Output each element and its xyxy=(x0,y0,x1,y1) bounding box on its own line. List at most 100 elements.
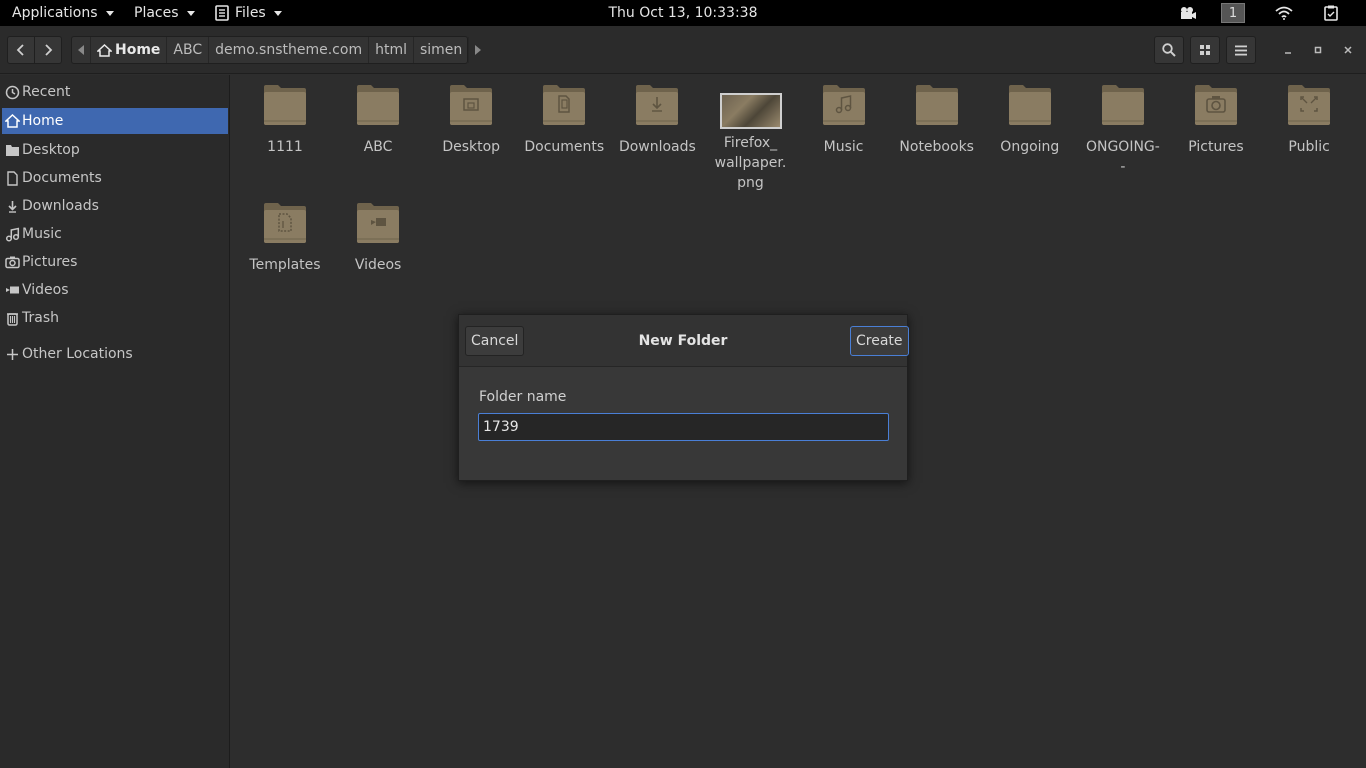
image-thumbnail-icon xyxy=(719,93,782,129)
file-name: Downloads xyxy=(618,139,696,155)
breadcrumb-simen[interactable]: simen xyxy=(414,37,470,63)
clock-icon xyxy=(5,85,20,99)
sidebar-item-desktop[interactable]: Desktop xyxy=(2,137,228,163)
sidebar-item-trash[interactable]: Trash xyxy=(2,305,228,331)
breadcrumb-scroll-left[interactable] xyxy=(72,37,91,63)
sidebar-item-other-locations[interactable]: Other Locations xyxy=(2,341,228,367)
breadcrumb-home[interactable]: Home xyxy=(91,37,168,63)
breadcrumb-abc[interactable]: ABC xyxy=(167,37,210,63)
chevron-down-icon xyxy=(273,10,282,16)
folder-music-icon xyxy=(822,85,865,125)
close-icon xyxy=(1344,46,1352,54)
sidebar-item-music[interactable]: Music xyxy=(2,221,228,247)
file-name: Firefox_ wallpaper. png xyxy=(714,135,787,191)
file-name: Ongoing xyxy=(1000,139,1060,155)
file-name: Pictures xyxy=(1188,139,1244,155)
home-icon xyxy=(97,43,112,57)
breadcrumb-html[interactable]: html xyxy=(369,37,414,63)
places-menu-label: Places xyxy=(134,5,179,21)
camera-icon xyxy=(5,256,20,269)
sidebar-item-label: Home xyxy=(22,113,64,129)
file-item[interactable]: Desktop xyxy=(426,83,516,157)
file-item[interactable]: Public xyxy=(1264,83,1354,157)
maximize-button[interactable] xyxy=(1310,42,1326,58)
create-button[interactable]: Create xyxy=(850,326,909,356)
breadcrumb-label: html xyxy=(375,42,407,58)
breadcrumb-label: simen xyxy=(419,42,463,58)
network-indicator[interactable] xyxy=(1274,0,1294,26)
places-menu[interactable]: Places xyxy=(134,0,195,26)
file-item[interactable]: Documents xyxy=(519,83,609,157)
top-panel: Applications Places Files Thu Oct 13, 10… xyxy=(0,0,1366,26)
search-button[interactable] xyxy=(1154,36,1184,64)
file-item[interactable]: ONGOING- - xyxy=(1078,83,1168,177)
file-item[interactable]: Pictures xyxy=(1171,83,1261,157)
workspace-number: 1 xyxy=(1221,3,1245,23)
applications-menu[interactable]: Applications xyxy=(12,0,114,26)
system-menu[interactable] xyxy=(1314,0,1352,26)
chevron-down-icon xyxy=(186,10,195,16)
cancel-button[interactable]: Cancel xyxy=(465,326,525,356)
folder-name-input[interactable] xyxy=(478,413,889,441)
file-name: 1111 xyxy=(267,139,303,155)
sidebar-item-downloads[interactable]: Downloads xyxy=(2,193,228,219)
minimize-button[interactable] xyxy=(1280,42,1296,58)
music-note-icon xyxy=(5,227,20,242)
sidebar-item-label: Videos xyxy=(22,282,69,298)
file-name: Public xyxy=(1288,139,1330,155)
breadcrumb-label: ABC xyxy=(173,42,203,58)
chevron-left-icon xyxy=(16,44,24,56)
file-cabinet-icon xyxy=(215,5,229,21)
file-name: ABC xyxy=(363,139,393,155)
new-folder-dialog: New Folder Cancel Create Folder name xyxy=(458,314,909,481)
clock[interactable]: Thu Oct 13, 10:33:38 xyxy=(609,5,758,21)
sidebar: Recent Home Desktop Documents Downloads … xyxy=(0,75,230,768)
sidebar-item-label: Pictures xyxy=(22,254,78,270)
files-app-menu[interactable]: Files xyxy=(215,0,282,26)
file-item[interactable]: 1111 xyxy=(240,83,330,157)
minimize-icon xyxy=(1285,52,1291,54)
close-button[interactable] xyxy=(1340,42,1356,58)
download-icon xyxy=(8,200,17,213)
sidebar-item-label: Music xyxy=(22,226,62,242)
maximize-icon xyxy=(1314,46,1322,54)
file-item[interactable]: Downloads xyxy=(612,83,702,157)
home-icon xyxy=(5,114,20,128)
workspace-indicator[interactable]: 1 xyxy=(1221,0,1245,26)
triangle-left-icon xyxy=(78,45,84,55)
sidebar-item-recent[interactable]: Recent xyxy=(2,79,228,105)
clipboard-icon xyxy=(1324,5,1338,21)
file-name: Videos xyxy=(354,257,402,273)
file-item[interactable]: Notebooks xyxy=(892,83,982,157)
file-item[interactable]: Templates xyxy=(240,201,330,275)
file-name: Notebooks xyxy=(899,139,974,155)
folder-templates-icon xyxy=(264,203,306,243)
folder-icon xyxy=(1101,85,1144,125)
header-bar: Home ABC demo.snstheme.com html simen xyxy=(0,26,1366,74)
sidebar-item-home[interactable]: Home xyxy=(2,108,228,134)
sidebar-item-pictures[interactable]: Pictures xyxy=(2,249,228,275)
sidebar-item-documents[interactable]: Documents xyxy=(2,165,228,191)
breadcrumb-demo-snstheme[interactable]: demo.snstheme.com xyxy=(209,37,370,63)
menu-button[interactable] xyxy=(1226,36,1256,64)
folder-icon xyxy=(915,85,958,125)
triangle-right-icon xyxy=(475,45,482,55)
breadcrumb-label: demo.snstheme.com xyxy=(215,42,363,58)
sidebar-item-label: Downloads xyxy=(22,198,99,214)
folder-videos-icon xyxy=(357,203,400,243)
breadcrumb-label: Home xyxy=(115,42,161,58)
file-item[interactable]: Ongoing xyxy=(985,83,1075,157)
file-item[interactable]: Firefox_ wallpaper. png xyxy=(706,83,796,193)
file-item[interactable]: Music xyxy=(799,83,889,157)
screen-recorder-indicator[interactable] xyxy=(1178,0,1198,26)
back-button[interactable] xyxy=(7,36,35,64)
sidebar-item-videos[interactable]: Videos xyxy=(2,277,228,303)
file-item[interactable]: Videos xyxy=(333,201,423,275)
view-mode-button[interactable] xyxy=(1190,36,1220,64)
applications-menu-label: Applications xyxy=(12,5,98,21)
folder-desktop-icon xyxy=(450,85,493,125)
folder-icon xyxy=(264,85,306,125)
file-item[interactable]: ABC xyxy=(333,83,423,157)
forward-button[interactable] xyxy=(34,36,62,64)
breadcrumb-scroll-right[interactable] xyxy=(469,37,487,63)
